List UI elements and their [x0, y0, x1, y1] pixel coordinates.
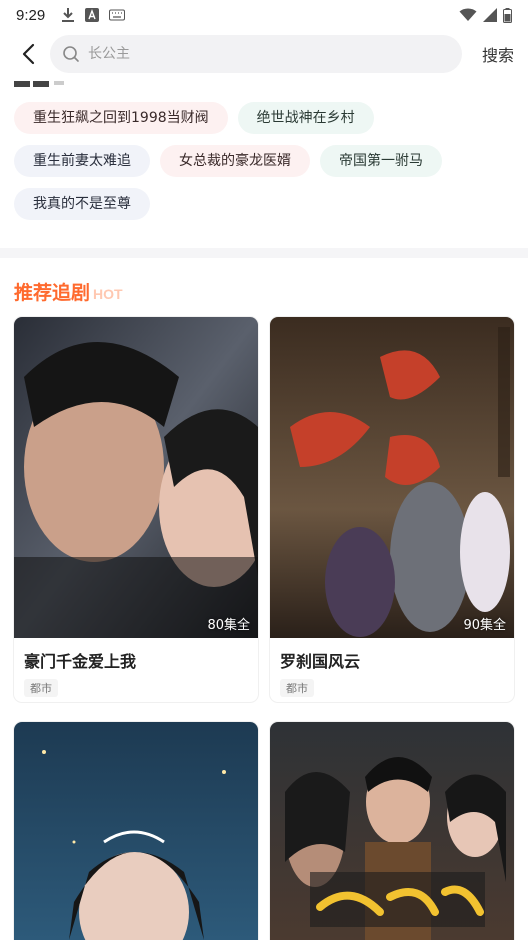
chevron-left-icon — [22, 43, 35, 65]
search-history-tags: 重生狂飙之回到1998当财阀 绝世战神在乡村 重生前妻太难追 女总裁的豪龙医婿 … — [14, 102, 514, 231]
recommend-title-text: 推荐追剧 — [14, 282, 91, 304]
battery-icon — [503, 7, 512, 23]
status-time: 9:29 — [16, 6, 46, 24]
section-divider — [0, 248, 528, 258]
drama-poster[interactable]: 90集全 — [270, 317, 514, 638]
status-bar: 9:29 — [0, 0, 528, 30]
history-tag[interactable]: 绝世战神在乡村 — [237, 102, 374, 134]
drama-card[interactable] — [14, 722, 258, 940]
drama-poster[interactable] — [14, 722, 258, 940]
episode-count: 90集全 — [463, 618, 506, 633]
search-header: 搜索 — [0, 30, 528, 78]
drama-card[interactable] — [270, 722, 514, 940]
drama-card[interactable]: 80集全 豪门千金爱上我 都市 — [14, 317, 258, 702]
hot-badge: HOT — [93, 286, 123, 302]
search-icon — [63, 46, 79, 62]
signal-icon — [483, 8, 497, 22]
history-tag[interactable]: 女总裁的豪龙医婿 — [160, 145, 310, 177]
a-notification-icon — [85, 8, 100, 22]
back-button[interactable] — [6, 32, 50, 76]
genre-tag: 都市 — [24, 679, 58, 697]
recommend-title: 推荐追剧 HOT — [14, 278, 123, 305]
drama-poster[interactable] — [270, 722, 514, 940]
genre-tag: 都市 — [280, 679, 314, 697]
search-input[interactable] — [88, 46, 418, 62]
drama-title: 豪门千金爱上我 — [24, 652, 137, 671]
history-tag[interactable]: 我真的不是至尊 — [14, 188, 150, 220]
wifi-icon — [459, 8, 477, 22]
drama-poster[interactable]: 80集全 — [14, 317, 258, 638]
drama-title: 罗刹国风云 — [280, 652, 361, 671]
search-box[interactable] — [50, 35, 462, 73]
download-icon — [61, 7, 75, 23]
history-tag[interactable]: 重生前妻太难追 — [14, 145, 150, 177]
history-tag[interactable]: 重生狂飙之回到1998当财阀 — [14, 102, 228, 134]
history-tag[interactable]: 帝国第一驸马 — [320, 145, 442, 177]
search-button[interactable]: 搜索 — [482, 42, 514, 66]
drama-card[interactable]: 90集全 罗刹国风云 都市 — [270, 317, 514, 702]
history-header-clipped — [0, 78, 528, 92]
keyboard-icon — [109, 9, 126, 21]
episode-count: 80集全 — [207, 618, 250, 633]
